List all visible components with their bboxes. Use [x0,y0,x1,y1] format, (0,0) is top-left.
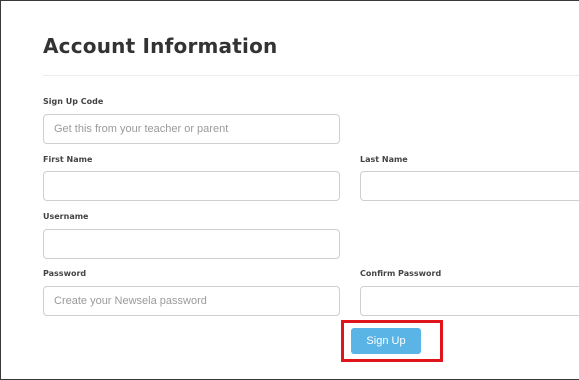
username-label: Username [43,212,89,221]
password-input[interactable] [43,286,340,316]
sign-up-button[interactable]: Sign Up [351,328,421,354]
signup-code-input[interactable] [43,114,340,144]
title-divider [43,75,579,76]
page-title: Account Information [43,34,278,58]
confirm-password-label: Confirm Password [360,269,442,278]
first-name-label: First Name [43,155,93,164]
password-label: Password [43,269,87,278]
last-name-label: Last Name [360,155,408,164]
account-information-panel: Account Information Sign Up Code First N… [0,0,579,380]
last-name-input[interactable] [360,171,579,201]
username-input[interactable] [43,229,340,259]
confirm-password-input[interactable] [360,286,579,316]
signup-code-label: Sign Up Code [43,97,104,106]
first-name-input[interactable] [43,171,340,201]
